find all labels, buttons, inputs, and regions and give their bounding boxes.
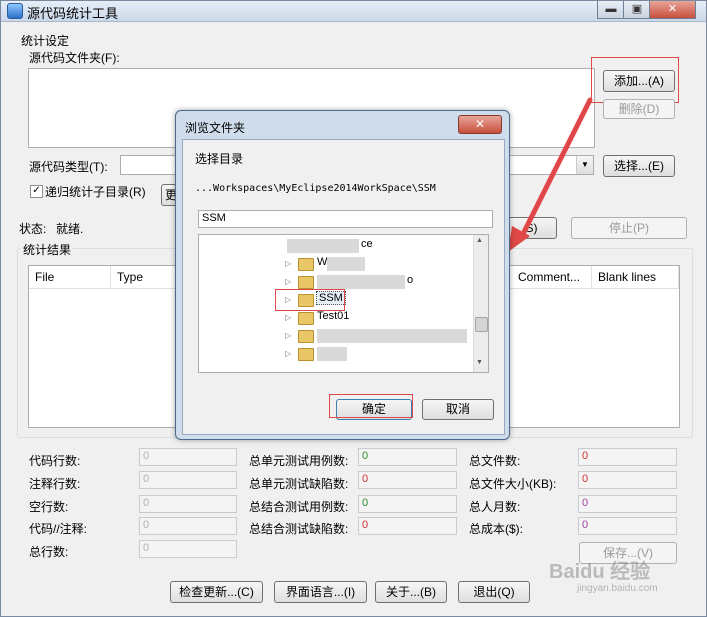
folder-name-input-value: SSM [202,212,226,224]
cancel-button[interactable]: 取消 [422,399,494,420]
selected-folder-highlight [275,289,345,311]
ok-highlight-box [329,394,413,418]
folder-icon [298,348,314,361]
scroll-down-icon: ▼ [476,359,483,366]
tree-scrollbar[interactable]: ▲ ▼ [473,235,488,372]
dialog-path: ...Workspaces\MyEclipse2014WorkSpace\SSM [195,183,436,194]
blurred-label [317,275,405,289]
dialog-close-button[interactable]: ✕ [458,115,502,134]
dialog-body: 选择目录 ...Workspaces\MyEclipse2014WorkSpac… [182,139,505,435]
arrow-to-add-line [517,97,593,243]
browse-folder-dialog: 浏览文件夹 ✕ 选择目录 ...Workspaces\MyEclipse2014… [175,110,510,440]
folder-icon [298,276,314,289]
chevron-right-icon: ▷ [285,259,292,268]
blurred-label [287,239,359,253]
blurred-label [327,257,365,271]
folder-icon [298,312,314,325]
scroll-thumb[interactable] [475,317,488,332]
blurred-label [317,347,347,361]
chevron-right-icon: ▷ [285,349,292,358]
scroll-up-icon: ▲ [476,237,483,244]
folder-icon [298,330,314,343]
dialog-prompt: 选择目录 [195,152,244,166]
chevron-right-icon: ▷ [285,277,292,286]
blurred-label [317,329,467,343]
folder-name-input[interactable]: SSM [198,210,493,228]
chevron-right-icon: ▷ [285,313,292,322]
chevron-right-icon: ▷ [285,331,292,340]
folder-icon [298,258,314,271]
dialog-title: 浏览文件夹 [185,121,246,135]
